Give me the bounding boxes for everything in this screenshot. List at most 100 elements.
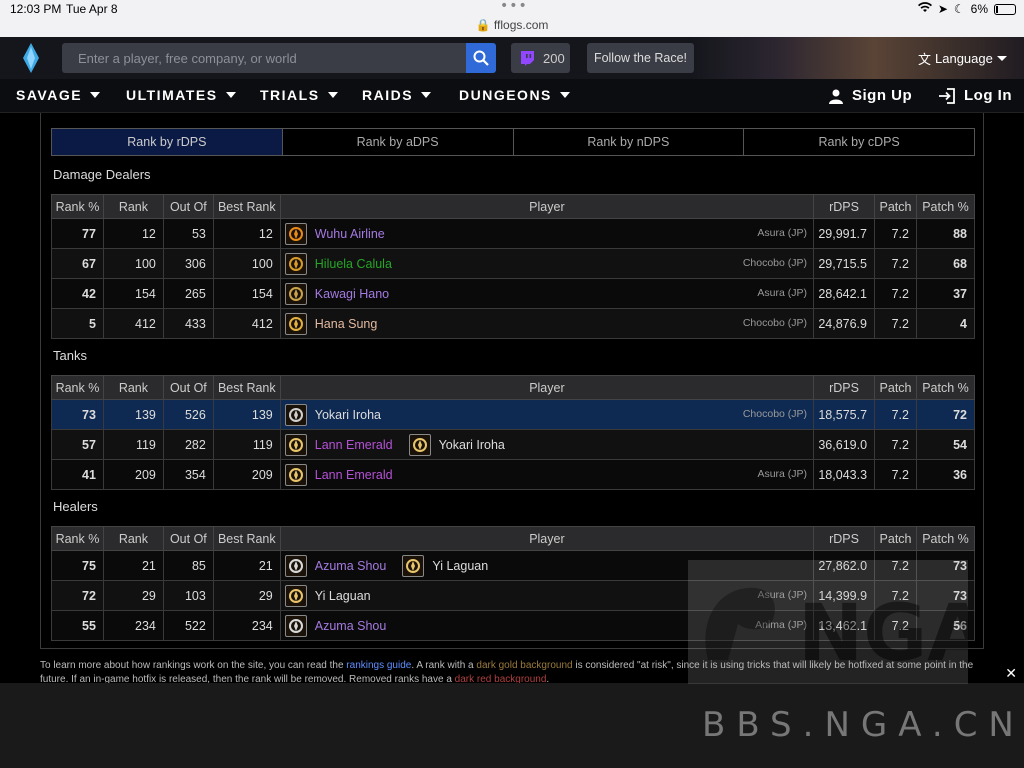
column-header[interactable]: Out Of [162,526,214,551]
chevron-down-icon [559,92,570,98]
column-header[interactable]: Patch [874,194,917,219]
column-header[interactable]: Rank [102,375,164,400]
patch: 7.2 [874,308,917,339]
patch: 7.2 [874,429,917,460]
dark-gold-background-link[interactable]: dark gold background [476,660,572,671]
player-name-link[interactable]: Hana Sung [315,317,378,331]
column-header[interactable]: Rank % [51,194,104,219]
column-header[interactable]: Best Rank [212,194,281,219]
tab-cdps[interactable]: Rank by cDPS [744,129,974,155]
search-input[interactable] [62,43,466,73]
column-header[interactable]: Out Of [162,194,214,219]
column-header[interactable]: rDPS [813,526,876,551]
nav-raids[interactable]: RAIDS [362,87,432,103]
fflogs-logo-icon[interactable] [22,43,40,73]
table-row[interactable]: 5 412 433 412 Hana Sung Chocobo (JP) 24,876.9 7… [51,308,976,339]
nav-dungeons[interactable]: DUNGEONS [459,87,570,103]
nav-savage[interactable]: SAVAGE [16,87,101,103]
server-label: Asura (JP) [757,468,808,480]
dark-red-background-link[interactable]: dark red background [455,674,547,683]
column-header[interactable]: Rank [102,526,164,551]
patch-percent: 88 [915,218,976,249]
nav-raids-label: RAIDS [362,87,414,103]
rank-percent: 5 [51,308,104,339]
column-header[interactable]: Best Rank [212,526,281,551]
player-search [62,43,466,73]
sign-up-link[interactable]: Sign Up [828,87,912,104]
date: Tue Apr 8 [66,2,118,16]
column-header[interactable]: rDPS [813,375,876,400]
multitask-dots-icon[interactable]: ••• [500,0,528,14]
rank: 209 [102,459,164,490]
search-button[interactable] [466,43,496,73]
url-text: fflogs.com [493,18,549,32]
column-header[interactable]: Rank [102,194,164,219]
player-name-link[interactable]: Hiluela Calula [315,257,392,271]
table-row[interactable]: 41 209 354 209 Lann Emerald Asura (JP) 18,043.… [51,459,975,490]
best-rank: 100 [212,248,281,279]
language-selector[interactable]: 文 Language [918,49,1007,68]
column-header[interactable]: Rank % [51,375,104,400]
player-cell: Lann Emerald Yokari Iroha [279,429,815,460]
tab-rdps[interactable]: Rank by rDPS [52,129,283,155]
player-name-link[interactable]: Yokari Iroha [315,408,381,422]
best-rank: 12 [212,218,281,249]
column-header[interactable]: Player [279,526,815,551]
login-icon [939,87,955,104]
nga-watermark-logo: NGA [688,560,968,684]
column-header[interactable]: Player [279,375,815,400]
server-label: Chocobo (JP) [742,257,808,269]
address-bar[interactable]: 🔒 fflogs.com [0,18,1024,32]
table-row[interactable]: 73 139 526 139 Yokari Iroha Chocobo (JP) 18,57… [51,399,975,430]
column-header[interactable]: Patch % [916,526,975,551]
player-name-link[interactable]: Yi Laguan [432,559,488,573]
player-name-link[interactable]: Lann Emerald [315,468,393,482]
rank-percent: 77 [51,218,104,249]
rank-percent: 55 [51,610,104,641]
rankings-guide-link[interactable]: rankings guide [346,660,411,671]
patch-percent: 68 [915,248,976,279]
player-name-link[interactable]: Kawagi Hano [315,287,389,301]
patch: 7.2 [874,248,917,279]
player-name-link[interactable]: Lann Emerald [315,438,393,452]
player-name-link[interactable]: Yokari Iroha [439,438,505,452]
column-header[interactable]: Patch [874,526,917,551]
chevron-down-icon [225,92,236,98]
nav-trials[interactable]: TRIALS [260,87,338,103]
nav-trials-label: TRIALS [260,87,320,103]
close-icon[interactable]: ✕ [1005,666,1017,682]
rdps-value: 18,575.7 [813,399,876,430]
table-row[interactable]: 42 154 265 154 Kawagi Hano Asura (JP) 28,642.1… [51,278,976,309]
patch-percent: 72 [916,399,975,430]
watermark-logo-text: NGA [798,589,968,679]
rank: 100 [102,248,164,279]
player-name-link[interactable]: Azuma Shou [315,619,387,633]
out-of: 85 [162,550,214,581]
table-row[interactable]: 57 119 282 119 Lann Emerald Yokari Iroha 36,61… [51,429,975,460]
column-header[interactable]: rDPS [813,194,875,219]
player-name-link[interactable]: Azuma Shou [315,559,387,573]
tab-adps[interactable]: Rank by aDPS [283,129,514,155]
column-header[interactable]: Patch [874,375,917,400]
log-in-link[interactable]: Log In [938,87,1012,104]
twitch-streams-button[interactable]: 200 [511,43,570,73]
tab-ndps[interactable]: Rank by nDPS [514,129,745,155]
patch-percent: 54 [916,429,975,460]
column-header[interactable]: Patch % [916,375,975,400]
nav-ultimates[interactable]: ULTIMATES [126,87,236,103]
nav-dungeons-label: DUNGEONS [459,87,552,103]
player-cell: Kawagi Hano Asura (JP) [279,278,815,309]
column-header[interactable]: Best Rank [212,375,281,400]
column-header[interactable]: Rank % [51,526,104,551]
player-name-link[interactable]: Yi Laguan [315,589,371,603]
column-header[interactable]: Player [279,194,815,219]
column-header[interactable]: Patch % [915,194,976,219]
job-icon [284,584,307,607]
rank: 154 [102,278,164,309]
table-row[interactable]: 67 100 306 100 Hiluela Calula Chocobo (JP) 29,… [51,248,976,279]
table-row[interactable]: 77 12 53 12 Wuhu Airline Asura (JP) 29,991.7 7.… [51,218,976,249]
column-header[interactable]: Out Of [162,375,214,400]
follow-race-button[interactable]: Follow the Race! [587,43,694,73]
player-cell: Hana Sung Chocobo (JP) [279,308,815,339]
player-name-link[interactable]: Wuhu Airline [315,227,385,241]
